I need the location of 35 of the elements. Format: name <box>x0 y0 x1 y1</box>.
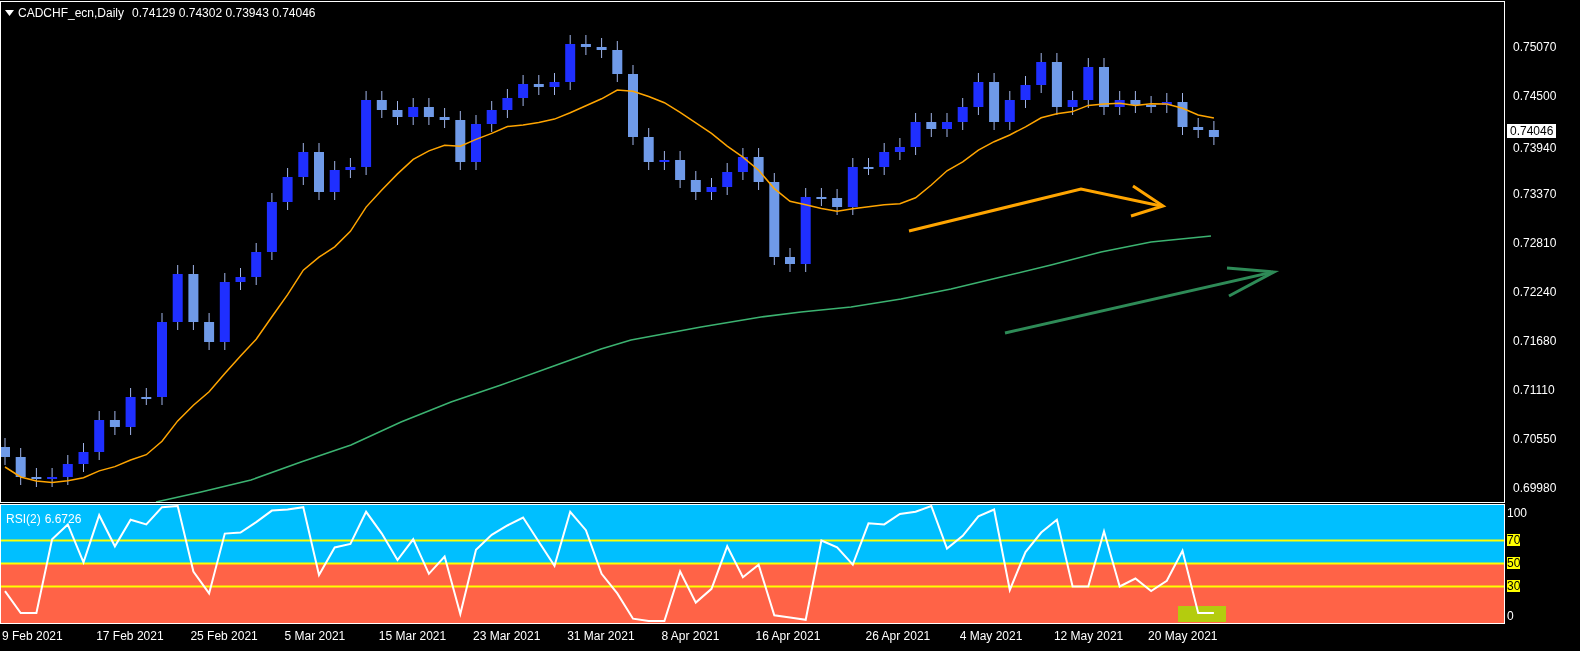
date-axis-label: 17 Feb 2021 <box>96 630 164 642</box>
date-axis-label: 4 May 2021 <box>959 630 1023 642</box>
date-axis-label: 5 Mar 2021 <box>284 630 346 642</box>
rsi-axis-label: 50 <box>1507 556 1521 569</box>
rsi-axis-label: 100 <box>1507 507 1528 519</box>
ohlc-values: 0.74129 0.74302 0.73943 0.74046 <box>132 5 316 22</box>
price-axis-label: 0.71110 <box>1513 384 1555 396</box>
date-axis-label: 8 Apr 2021 <box>661 630 720 642</box>
rsi-axis-label: 70 <box>1507 533 1521 546</box>
indicator-name: RSI(2) <box>6 513 41 525</box>
highlight-marker <box>1178 606 1226 622</box>
date-axis-label: 31 Mar 2021 <box>567 630 635 642</box>
date-axis-label: 16 Apr 2021 <box>755 630 821 642</box>
dropdown-triangle-icon[interactable] <box>5 10 14 16</box>
price-axis-label: 0.72810 <box>1513 237 1557 249</box>
indicator-value: 6.6726 <box>44 513 82 525</box>
price-axis-label: 0.73940 <box>1513 142 1557 154</box>
current-price-label: 0.74046 <box>1507 124 1557 138</box>
date-axis-label: 20 May 2021 <box>1148 630 1218 642</box>
price-axis-label: 0.74500 <box>1513 90 1557 102</box>
price-axis-label: 0.72240 <box>1513 286 1557 298</box>
price-axis-label: 0.70550 <box>1513 433 1557 445</box>
date-axis-label: 23 Mar 2021 <box>473 630 541 642</box>
date-axis-label: 25 Feb 2021 <box>190 630 258 642</box>
date-axis-label: 9 Feb 2021 <box>2 630 63 642</box>
date-axis-label: 26 Apr 2021 <box>865 630 931 642</box>
price-axis-label: 0.73370 <box>1513 188 1557 200</box>
rsi-axis-label: 30 <box>1507 579 1521 592</box>
date-axis-label: 15 Mar 2021 <box>378 630 447 642</box>
rsi-axis-label: 0 <box>1507 610 1514 622</box>
price-axis-label: 0.71680 <box>1513 335 1557 347</box>
price-axis-label: 0.69980 <box>1513 482 1557 494</box>
date-axis-label: 12 May 2021 <box>1053 630 1124 642</box>
price-axis-label: 0.75070 <box>1513 41 1557 53</box>
chart-symbol: CADCHF_ecn,Daily <box>18 5 125 22</box>
